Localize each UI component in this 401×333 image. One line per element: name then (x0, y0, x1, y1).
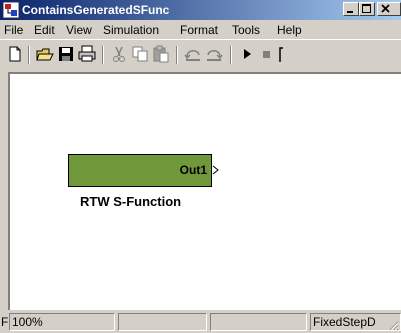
save-icon[interactable] (57, 45, 75, 63)
menu-view[interactable]: View (66, 23, 92, 37)
open-icon[interactable] (36, 45, 54, 63)
simulink-app-icon (3, 2, 19, 18)
menu-tools[interactable]: Tools (232, 23, 260, 37)
menu-edit[interactable]: Edit (34, 23, 55, 37)
undo-icon[interactable] (184, 45, 202, 63)
copy-icon[interactable] (131, 45, 149, 63)
menu-file[interactable]: File (4, 23, 23, 37)
cut-icon[interactable] (110, 45, 128, 63)
status-bar: F 100% FixedStepD (0, 311, 401, 333)
resize-grip-icon[interactable] (387, 319, 399, 331)
toolbar-separator (230, 46, 232, 64)
menu-bar: File Edit View Simulation Format Tools H… (0, 20, 401, 39)
minimize-button[interactable] (343, 2, 359, 16)
output-port-arrow-icon[interactable] (212, 165, 220, 175)
toolbar-separator (102, 46, 104, 64)
menu-format[interactable]: Format (180, 23, 218, 37)
toolbar-separator (176, 46, 178, 64)
rtw-sfunction-block[interactable]: Out1 (68, 154, 212, 187)
toolbar (0, 39, 401, 69)
model-canvas[interactable]: Out1 RTW S-Function (8, 72, 401, 310)
simulink-window: ContainsGeneratedSFunc File Edit View Si… (0, 0, 401, 333)
paste-icon[interactable] (152, 45, 170, 63)
output-port-label: Out1 (179, 163, 207, 177)
maximize-button[interactable] (359, 2, 375, 16)
toolbar-separator (28, 46, 30, 64)
status-cell-3 (210, 313, 307, 331)
new-icon[interactable] (6, 45, 24, 63)
close-button[interactable] (377, 2, 401, 16)
maximize-icon (362, 4, 371, 13)
stop-icon[interactable] (258, 45, 276, 63)
block-name[interactable]: RTW S-Function (80, 194, 181, 209)
status-cell-2 (118, 313, 207, 331)
print-icon[interactable] (78, 45, 96, 63)
mode-selector-icon[interactable] (278, 45, 286, 63)
redo-icon[interactable] (205, 45, 223, 63)
menu-help[interactable]: Help (277, 23, 302, 37)
status-zoom: 100% (9, 313, 115, 331)
status-left-fragment: F (1, 315, 9, 329)
title-bar[interactable]: ContainsGeneratedSFunc (0, 0, 401, 20)
menu-simulation[interactable]: Simulation (103, 23, 159, 37)
minimize-icon (347, 11, 353, 13)
start-icon[interactable] (238, 45, 256, 63)
close-icon (381, 4, 390, 13)
window-title: ContainsGeneratedSFunc (22, 3, 170, 17)
